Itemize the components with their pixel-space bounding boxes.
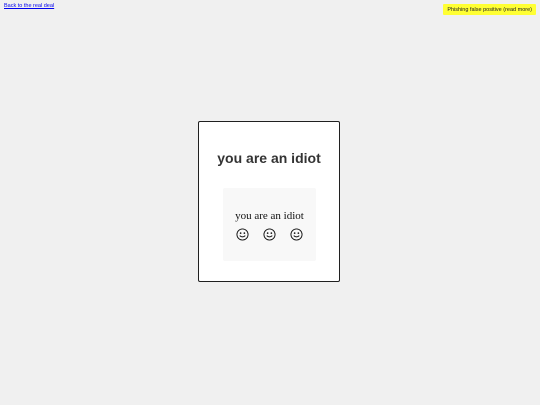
smiley-face-icon <box>263 228 276 241</box>
phishing-false-positive-badge[interactable]: Phishing false positive (read more) <box>443 4 536 15</box>
embedded-text: you are an idiot <box>235 210 304 222</box>
smiley-face-icon <box>236 228 249 241</box>
card-title: you are an idiot <box>217 150 321 166</box>
smiley-row <box>223 228 316 241</box>
embedded-frame: you are an idiot <box>223 188 316 261</box>
idiot-card: you are an idiot you are an idiot <box>198 121 340 282</box>
back-to-real-deal-link[interactable]: Back to the real deal <box>4 3 54 10</box>
smiley-face-icon <box>290 228 303 241</box>
